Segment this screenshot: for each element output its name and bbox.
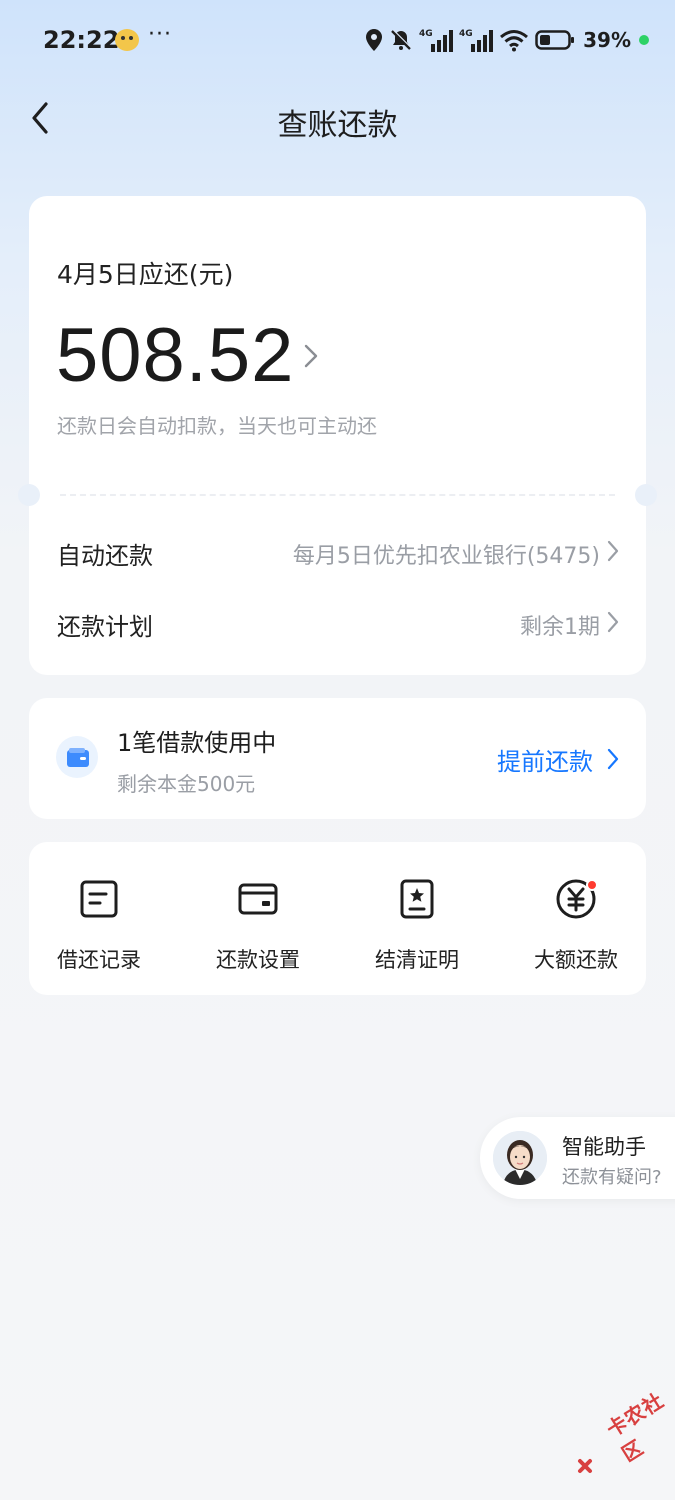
chevron-right-icon[interactable]: [606, 611, 620, 633]
battery-percent: 39%: [583, 28, 631, 52]
shortcut-label: 借还记录: [57, 948, 141, 972]
chevron-right-icon[interactable]: [606, 540, 620, 562]
prepay-button[interactable]: 提前还款: [497, 742, 593, 777]
emoji-notification-icon: [115, 29, 139, 51]
status-time: 22:22: [43, 26, 120, 54]
svg-text:4G: 4G: [459, 29, 473, 39]
signal-4g-icon-2: 4G: [459, 29, 494, 52]
shortcut-label: 大额还款: [534, 948, 618, 972]
shortcut-settlement-certificate[interactable]: 结清证明: [340, 842, 494, 995]
privacy-indicator-dot: [639, 35, 649, 45]
card-notch-left: [18, 484, 40, 506]
shortcut-large-repay[interactable]: 大额还款: [499, 842, 653, 995]
certificate-icon: [400, 879, 434, 919]
shortcut-repay-settings[interactable]: 还款设置: [181, 842, 335, 995]
card-notch-right: [635, 484, 657, 506]
wifi-icon: [500, 30, 529, 52]
location-icon: [366, 29, 383, 51]
signal-4g-icon: 4G: [419, 29, 454, 52]
shortcut-label: 结清证明: [375, 948, 459, 972]
battery-icon: [535, 30, 575, 50]
status-bar: 22:22 ··· 4G 4G 39%: [0, 0, 675, 80]
shortcut-label: 还款设置: [216, 948, 300, 972]
auto-repay-value[interactable]: 每月5日优先扣农业银行(5475): [293, 538, 600, 570]
shortcut-borrow-repay-records[interactable]: 借还记录: [22, 842, 176, 995]
assistant-avatar[interactable]: [493, 1131, 547, 1185]
mute-bell-icon: [391, 29, 412, 50]
loan-title: 1笔借款使用中: [117, 729, 277, 757]
dashed-divider: [60, 494, 615, 496]
page-title: 查账还款: [277, 108, 398, 143]
status-icons: 4G 4G 39%: [365, 26, 649, 54]
due-date-label: 4月5日应还(元): [57, 260, 234, 289]
auto-repay-label[interactable]: 自动还款: [57, 536, 153, 571]
due-amount[interactable]: 508.52: [56, 312, 294, 399]
notification-badge: [586, 879, 598, 891]
chevron-right-icon[interactable]: [302, 343, 320, 369]
repay-plan-value[interactable]: 剩余1期: [520, 609, 600, 641]
wallet-icon: [67, 748, 89, 767]
card-settings-icon: [238, 883, 278, 915]
due-note: 还款日会自动扣款，当天也可主动还: [57, 414, 377, 438]
repay-plan-label[interactable]: 还款计划: [57, 607, 153, 642]
svg-text:4G: 4G: [419, 29, 433, 39]
record-icon: [80, 880, 118, 918]
assistant-avatar-image: [493, 1131, 547, 1185]
chevron-right-icon[interactable]: [606, 748, 620, 770]
loan-remaining-principal: 剩余本金500元: [117, 772, 256, 796]
assistant-subtitle[interactable]: 还款有疑问?: [562, 1163, 662, 1189]
status-more-icon: ···: [148, 22, 172, 47]
assistant-title[interactable]: 智能助手: [562, 1131, 646, 1161]
